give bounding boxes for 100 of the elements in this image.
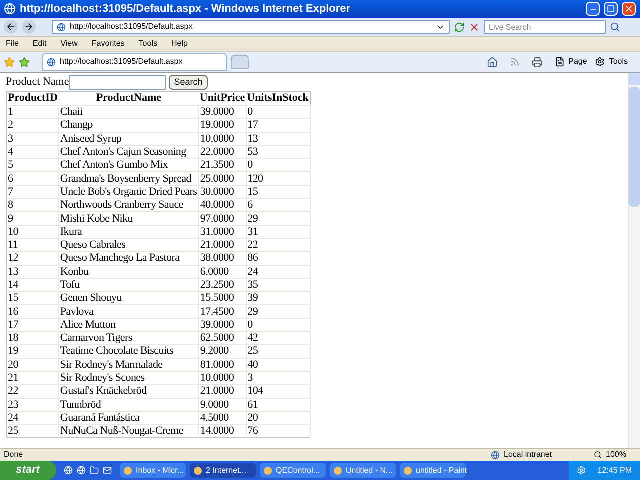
table-cell: 0 (246, 106, 310, 119)
search-button[interactable]: Search (169, 75, 208, 90)
page-menu[interactable]: Page (568, 56, 588, 68)
table-cell: 86 (246, 252, 310, 266)
taskbar-button[interactable]: Untitled - N... (330, 463, 396, 478)
product-name-field[interactable] (69, 75, 166, 90)
table-cell: 25.0000 (198, 172, 246, 186)
table-cell: Gustaf's Knäckebröd (58, 384, 199, 398)
table-cell: 3 (6, 132, 59, 146)
table-cell: 29 (246, 212, 310, 226)
menu-item[interactable]: View (60, 38, 78, 50)
menu-item[interactable]: Help (171, 38, 188, 50)
table-cell: 40 (246, 358, 310, 372)
table-cell: Aniseed Syrup (58, 132, 199, 146)
column-header: UnitsInStock (246, 92, 310, 106)
address-field[interactable]: http://localhost:31095/Default.aspx (52, 20, 450, 34)
forward-arrow-icon (24, 22, 34, 32)
table-cell: 35 (246, 278, 310, 292)
table-cell: NuNuCa Nuß-Nougat-Creme (58, 424, 199, 438)
start-button[interactable]: start (0, 461, 56, 480)
table-cell: 53 (246, 145, 310, 159)
table-cell: Queso Manchego La Pastora (58, 252, 199, 266)
table-cell: 40.0000 (198, 198, 246, 212)
tools-menu[interactable]: Tools (609, 56, 628, 68)
page-icon (57, 22, 66, 32)
search-icon[interactable] (610, 22, 620, 32)
table-cell: 24 (6, 411, 59, 425)
table-cell: 21.3500 (198, 158, 246, 172)
close-icon (624, 4, 634, 14)
status-text: Done (4, 449, 24, 461)
table-cell: 17.4500 (198, 304, 246, 318)
table-cell: 39 (246, 292, 310, 305)
feed-icon[interactable] (510, 57, 520, 67)
zoom-level[interactable]: 100% (606, 449, 636, 461)
column-header: UnitPrice (198, 92, 246, 106)
table-cell: Tunnbröd (58, 398, 199, 412)
column-header: ProductID (7, 92, 59, 106)
menu-item[interactable]: Edit (32, 38, 47, 50)
close-button[interactable] (622, 2, 636, 16)
table-cell: 31 (246, 225, 310, 238)
print-icon[interactable] (532, 56, 543, 68)
back-button[interactable] (4, 20, 18, 34)
scrollbar[interactable] (628, 73, 640, 448)
table-cell: 6 (246, 198, 310, 212)
table-cell: 8 (6, 198, 59, 212)
table-cell: 15 (246, 185, 310, 199)
table-cell: 23 (6, 398, 59, 412)
restore-icon (607, 5, 615, 13)
settings-icon (595, 57, 606, 67)
table-cell: Grandma's Boysenberry Spread (58, 172, 199, 186)
table-cell: 9.0000 (198, 398, 246, 412)
menu-item[interactable]: Tools (138, 38, 158, 50)
table-cell: 14 (6, 278, 59, 292)
table-cell: 97.0000 (198, 212, 246, 226)
table-cell: 21 (6, 371, 59, 385)
product-name-label: Product Name (6, 76, 70, 89)
add-favorite-icon[interactable] (19, 56, 30, 68)
taskbar-button[interactable]: 2 Internet... (190, 463, 256, 478)
minimize-button[interactable] (586, 2, 600, 16)
window-title: http://localhost:31095/Default.aspx - Windows Internet Explorer (20, 2, 352, 17)
table-cell: 29 (246, 304, 310, 318)
favorites-star-icon[interactable] (4, 56, 15, 68)
home-icon[interactable] (486, 56, 498, 68)
table-cell: 25 (246, 344, 310, 358)
folder-icon[interactable] (90, 466, 99, 475)
table-cell: 10.0000 (198, 132, 246, 146)
table-cell: 4 (6, 145, 59, 159)
restore-button[interactable] (604, 2, 618, 16)
table-cell: Ikura (58, 225, 199, 238)
forward-button[interactable] (22, 20, 36, 34)
column-header: ProductName (58, 92, 199, 106)
table-cell: 21.0000 (198, 384, 246, 398)
stop-icon[interactable] (469, 22, 480, 32)
refresh-icon[interactable] (454, 22, 465, 32)
table-cell: 6.0000 (198, 265, 246, 278)
page-icon (47, 58, 56, 66)
tray-icon[interactable] (576, 466, 586, 475)
table-cell: 62.5000 (198, 332, 246, 345)
browser-tab[interactable]: http://localhost:31095/Default.aspx (42, 53, 227, 71)
menu-item[interactable]: File (6, 38, 19, 50)
browser-icon[interactable] (64, 466, 73, 475)
browser-icon[interactable] (77, 466, 86, 475)
table-cell: 104 (246, 384, 310, 398)
table-cell: 38.0000 (198, 252, 246, 266)
table-cell: 42 (246, 332, 310, 345)
taskbar-button[interactable]: untitled - Paint (400, 463, 466, 478)
clock: 12:45 PM (598, 464, 632, 476)
search-field[interactable]: Live Search (484, 20, 606, 34)
table-cell: 81.0000 (198, 358, 246, 372)
zone-icon (491, 450, 500, 460)
table-cell: 18 (6, 332, 59, 345)
taskbar-button[interactable]: Inbox - Micr... (120, 463, 186, 478)
table-cell: 11 (6, 238, 59, 252)
table-cell: 7 (6, 185, 59, 199)
page-icon (554, 57, 565, 67)
taskbar-button[interactable]: QEControl... (260, 463, 326, 478)
table-cell: 3 (246, 371, 310, 385)
menu-item[interactable]: Favorites (92, 38, 125, 50)
mail-icon[interactable] (103, 466, 112, 475)
table-cell: Alice Mutton (58, 318, 199, 332)
